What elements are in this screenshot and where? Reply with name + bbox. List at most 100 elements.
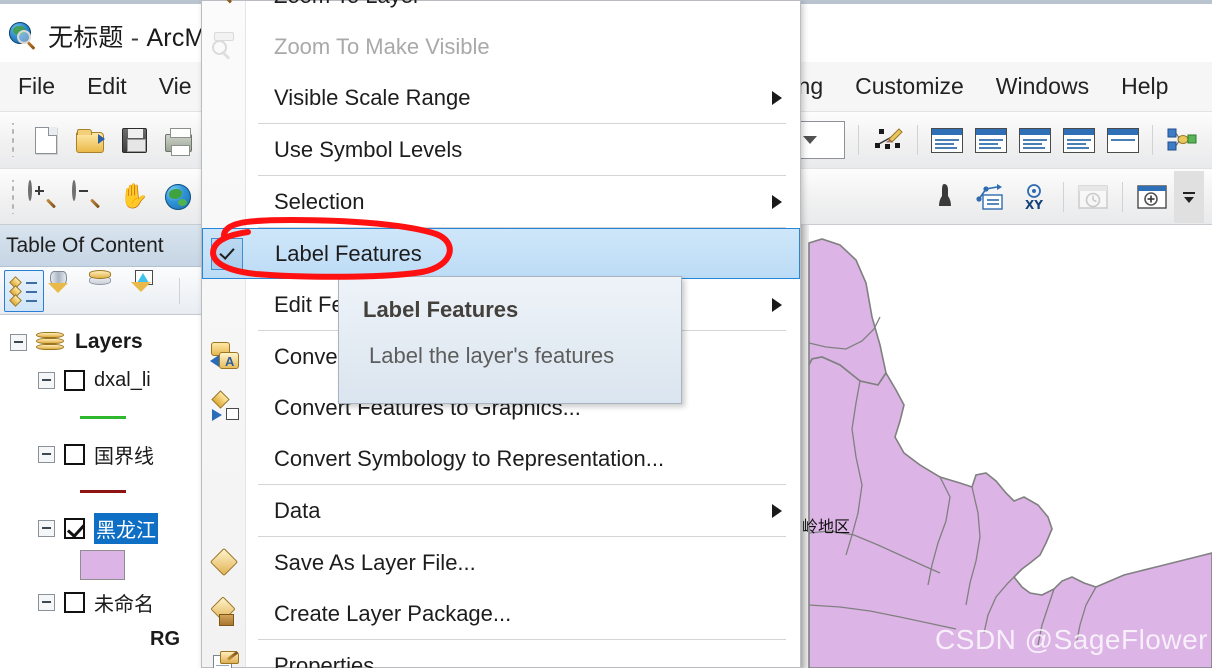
menu-item-zoom-to-layer[interactable]: Zoom To Layer	[202, 0, 800, 21]
layer-visibility-checkbox[interactable]	[64, 443, 85, 465]
zoom-to-layer-icon	[210, 0, 240, 10]
legend-symbol-weimingming: RG	[0, 621, 201, 657]
menu-item-label: Properties...	[274, 652, 393, 668]
print-icon[interactable]	[156, 118, 200, 162]
menu-item-use-symbol-levels[interactable]: Use Symbol Levels	[202, 124, 800, 175]
menu-item-save-as-layer-file[interactable]: Save As Layer File...	[202, 537, 800, 588]
toc-layer-heilongjiang[interactable]: 黑龙江	[0, 509, 201, 547]
legend-symbol-heilongjiang	[0, 547, 201, 583]
menu-item-label: Label Features	[275, 240, 422, 266]
menu-item-label: Save As Layer File...	[274, 549, 476, 575]
collapse-toggle-icon[interactable]	[38, 371, 55, 389]
collapse-toggle-icon[interactable]	[38, 593, 55, 611]
svg-text:XY: XY	[1025, 198, 1043, 212]
menu-view[interactable]: Vie	[143, 69, 208, 104]
list-by-selection-icon[interactable]	[130, 269, 170, 312]
python-window-icon[interactable]	[1101, 118, 1145, 162]
toolbar-overflow-icon[interactable]	[1174, 170, 1204, 223]
zoom-out-icon[interactable]	[68, 175, 112, 219]
menu-item-properties[interactable]: Properties...	[202, 640, 800, 668]
toc-item-label: 国界线	[94, 445, 154, 468]
toc-title: Table Of Content	[6, 233, 164, 257]
collapse-toggle-icon[interactable]	[10, 333, 27, 351]
window-title: 无标题 - ArcM	[48, 18, 206, 54]
list-by-source-icon[interactable]	[46, 270, 86, 312]
menu-item-selection[interactable]: Selection	[202, 176, 800, 227]
table-of-contents-window-icon[interactable]	[925, 118, 969, 162]
toc-toolbar	[0, 267, 201, 315]
full-extent-globe-icon[interactable]	[156, 175, 200, 219]
toolbar-separator	[858, 125, 859, 155]
go-to-xy-icon[interactable]: XY	[1012, 175, 1056, 219]
create-layer-package-icon	[210, 595, 240, 629]
save-icon[interactable]	[112, 118, 156, 162]
submenu-arrow-icon	[772, 90, 782, 105]
checkmark-icon	[211, 237, 243, 270]
submenu-arrow-icon	[772, 503, 782, 518]
new-document-icon[interactable]	[24, 118, 68, 162]
menu-item-convert-symbology-to-representation[interactable]: Convert Symbology to Representation...	[202, 433, 800, 484]
toolbar-separator	[1152, 125, 1153, 155]
open-folder-icon[interactable]	[68, 118, 112, 162]
collapse-toggle-icon[interactable]	[38, 445, 55, 463]
find-route-icon[interactable]	[968, 175, 1012, 219]
list-by-visibility-icon[interactable]	[88, 269, 128, 312]
list-by-drawing-order-icon[interactable]	[4, 269, 44, 312]
window-title-doc: 无标题	[48, 24, 124, 52]
toc-toolbar-separator	[179, 277, 180, 304]
window-title-separator: -	[123, 24, 147, 52]
submenu-arrow-icon	[772, 297, 782, 312]
heilongjiang-province-map	[808, 238, 1212, 668]
zoom-in-icon[interactable]	[24, 175, 68, 219]
menu-item-visible-scale-range[interactable]: Visible Scale Range	[202, 72, 800, 123]
watermark: CSDN @SageFlower	[935, 624, 1208, 655]
label-features-tooltip: Label Features Label the layer's feature…	[338, 276, 682, 404]
create-viewer-window-icon[interactable]	[1130, 175, 1174, 219]
editor-pencil-icon[interactable]	[866, 118, 910, 162]
toc-layer-guojiexian[interactable]: 国界线	[0, 435, 201, 473]
menu-item-label: Visible Scale Range	[274, 84, 471, 110]
menu-file[interactable]: File	[0, 69, 71, 104]
toolbar-grip[interactable]	[8, 123, 20, 157]
menu-item-label: Selection	[274, 188, 365, 214]
legend-line-icon	[80, 415, 126, 419]
layers-stack-icon	[36, 332, 66, 352]
arctoolbox-window-icon[interactable]	[1057, 118, 1101, 162]
map-view[interactable]: 岭地区 黑河市 哈尔市 伊春市 鹤岗市 佳木斯市 绥化市 CSDN @SageF…	[800, 225, 1212, 668]
table-of-contents-panel: Table Of Content Layers dxal_li 国界线 黑龙江 …	[0, 225, 202, 668]
toc-layer-weimingming[interactable]: 未命名	[0, 583, 201, 621]
search-window-icon[interactable]	[1013, 118, 1057, 162]
menu-item-label: Use Symbol Levels	[274, 136, 463, 162]
identify-icon[interactable]	[924, 175, 968, 219]
menu-windows[interactable]: Windows	[980, 69, 1105, 104]
menu-item-label: Convert Symbology to Representation...	[274, 445, 665, 471]
chevron-down-icon	[803, 136, 817, 144]
layer-visibility-checkbox[interactable]	[64, 517, 85, 539]
menu-item-label: Data	[274, 497, 321, 523]
menu-customize[interactable]: Customize	[839, 69, 980, 104]
layer-properties-icon	[210, 650, 240, 668]
menu-edit[interactable]: Edit	[71, 69, 143, 104]
toc-item-label: dxal_li	[94, 368, 151, 391]
toc-group-layers[interactable]: Layers	[0, 323, 201, 361]
tooltip-title: Label Features	[363, 297, 519, 322]
pan-hand-icon[interactable]: ✋	[112, 175, 156, 219]
legend-swatch-icon	[80, 550, 125, 580]
menu-item-data[interactable]: Data	[202, 485, 800, 536]
menu-item-create-layer-package[interactable]: Create Layer Package...	[202, 588, 800, 639]
catalog-window-icon[interactable]	[969, 118, 1013, 162]
collapse-toggle-icon[interactable]	[38, 519, 55, 537]
toc-layer-dxal-li[interactable]: dxal_li	[0, 361, 201, 399]
menu-item-label: Zoom To Make Visible	[274, 33, 490, 59]
submenu-arrow-icon	[772, 194, 782, 209]
convert-features-to-graphics-icon	[210, 389, 240, 423]
toolbar-separator	[917, 125, 918, 155]
layer-visibility-checkbox[interactable]	[64, 591, 85, 613]
legend-symbol-guojiexian	[0, 473, 201, 509]
layer-visibility-checkbox[interactable]	[64, 369, 85, 391]
legend-raster-band-label: RG	[150, 627, 180, 650]
menu-item-label-features[interactable]: Label Features	[202, 228, 800, 279]
menu-help[interactable]: Help	[1105, 69, 1184, 104]
model-builder-icon[interactable]	[1160, 118, 1204, 162]
toolbar-grip[interactable]	[8, 179, 20, 214]
